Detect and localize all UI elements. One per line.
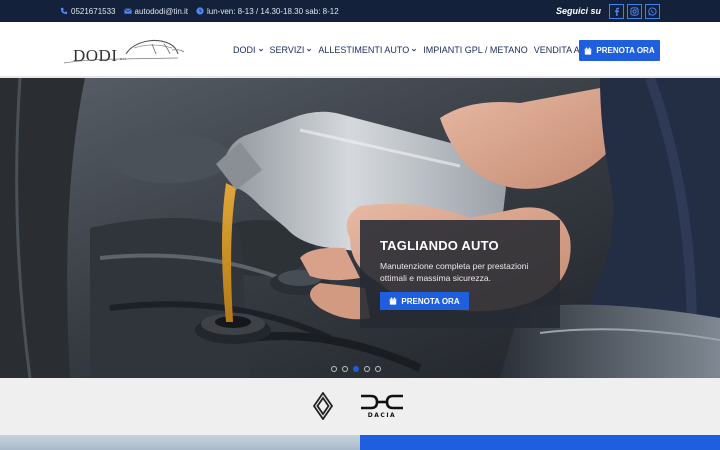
next-section-image: [0, 435, 360, 450]
book-now-button[interactable]: PRENOTA ORA: [579, 40, 660, 61]
nav-label: DODI: [233, 45, 256, 55]
phone-icon: [60, 7, 68, 15]
phone-number: 0521671533: [71, 6, 116, 16]
calendar-icon: [585, 46, 592, 55]
nav-label: SERVIZI: [269, 45, 305, 55]
site-logo[interactable]: DODI s.r.l.: [60, 32, 186, 66]
instagram-icon: [630, 6, 639, 16]
email-address: autododi@tin.it: [134, 6, 189, 16]
logo-text: DODI: [73, 46, 118, 65]
email-link[interactable]: autododi@tin.it: [123, 6, 189, 16]
slider-dot-3[interactable]: [353, 366, 359, 372]
chevron-down-icon: [307, 48, 312, 52]
opening-hours: lun-ven: 8-13 / 14.30-18.30 sab: 8-12: [196, 7, 339, 16]
nav-label: IMPIANTI GPL / METANO: [423, 45, 528, 55]
calendar-icon: [390, 297, 397, 305]
slide-book-now-label: PRENOTA ORA: [401, 296, 460, 306]
nav-label: ALLESTIMENTI AUTO: [318, 45, 410, 55]
svg-text:DACIA: DACIA: [368, 412, 396, 418]
clock-icon: [196, 7, 204, 15]
book-now-label: PRENOTA ORA: [596, 46, 655, 55]
instagram-button[interactable]: [627, 3, 642, 19]
envelope-icon: [123, 8, 132, 14]
hours-text: lun-ven: 8-13 / 14.30-18.30 sab: 8-12: [207, 6, 339, 16]
nav-item-dodi[interactable]: DODI: [233, 45, 264, 55]
dacia-logo[interactable]: DACIA: [357, 394, 407, 418]
facebook-icon: [614, 7, 620, 16]
logo-suffix: s.r.l.: [120, 56, 128, 61]
renault-logo[interactable]: [313, 392, 333, 420]
chevron-down-icon: [412, 48, 417, 52]
slider-dots: [331, 366, 381, 372]
hero-slider: TAGLIANDO AUTO Manutenzione completa per…: [0, 78, 720, 378]
slide-caption: TAGLIANDO AUTO Manutenzione completa per…: [360, 220, 560, 328]
whatsapp-button[interactable]: [645, 3, 660, 19]
slide-book-now-button[interactable]: PRENOTA ORA: [380, 292, 469, 310]
main-nav: DODI SERVIZI ALLESTIMENTI AUTO IMPIANTI …: [233, 40, 598, 60]
top-bar: 0521671533 autododi@tin.it lun-ven: 8-13…: [0, 0, 720, 22]
slide-title: TAGLIANDO AUTO: [380, 238, 499, 253]
nav-item-servizi[interactable]: SERVIZI: [270, 45, 313, 55]
social-links: Seguici su: [556, 0, 660, 22]
follow-label: Seguici su: [555, 6, 601, 16]
phone-link[interactable]: 0521671533: [60, 7, 116, 16]
next-section-panel: [360, 435, 720, 450]
slider-dot-2[interactable]: [342, 366, 348, 372]
chevron-down-icon: [258, 48, 263, 52]
nav-item-allestimenti-auto[interactable]: ALLESTIMENTI AUTO: [318, 45, 417, 55]
slide-description: Manutenzione completa per prestazioni ot…: [380, 261, 529, 283]
nav-item-impianti-gpl-metano[interactable]: IMPIANTI GPL / METANO: [423, 45, 528, 55]
slider-dot-5[interactable]: [375, 366, 381, 372]
slider-dot-4[interactable]: [364, 366, 370, 372]
slider-dot-1[interactable]: [331, 366, 337, 372]
facebook-button[interactable]: [609, 3, 624, 19]
site-header: DODI s.r.l. DODI SERVIZI ALLESTIMENTI AU…: [0, 22, 720, 78]
brands-strip: DACIA: [0, 378, 720, 435]
contact-info: 0521671533 autododi@tin.it lun-ven: 8-13…: [60, 0, 339, 22]
whatsapp-icon: [648, 6, 657, 16]
